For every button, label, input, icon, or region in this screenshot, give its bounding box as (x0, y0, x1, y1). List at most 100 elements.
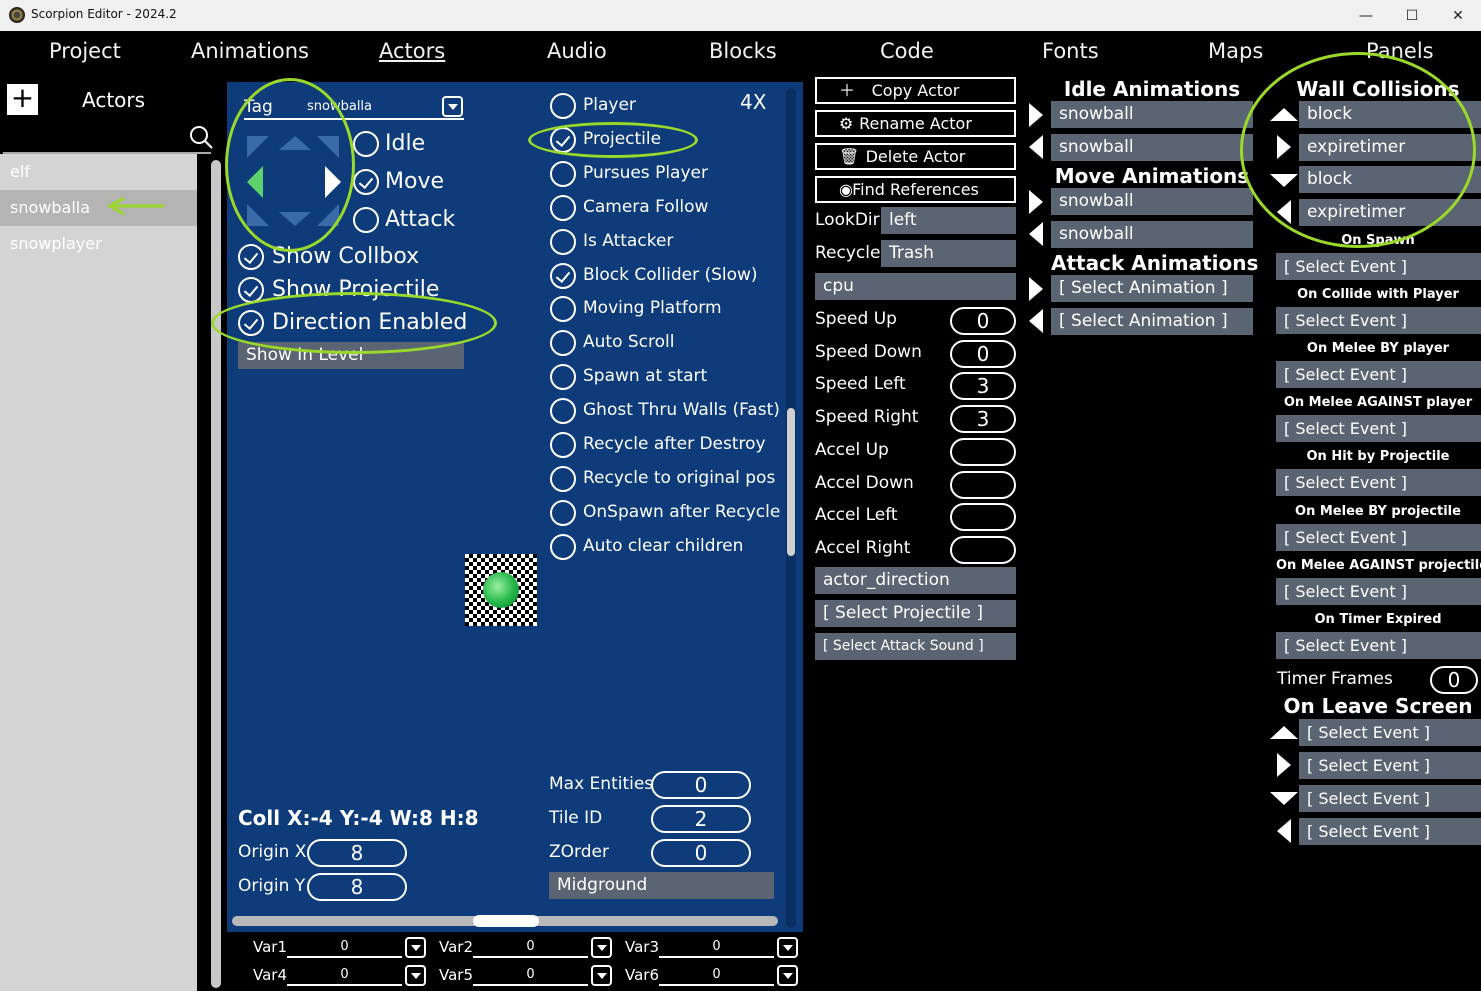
leave-screen-up[interactable]: [ Select Event ] (1299, 719, 1481, 746)
select-projectile-field[interactable]: [ Select Projectile ] (815, 600, 1016, 627)
speed-field[interactable] (950, 503, 1016, 531)
tile-id-field[interactable]: 2 (651, 805, 751, 833)
idle-animation-left[interactable]: snowball (1051, 134, 1253, 161)
direction-enabled-checkbox[interactable] (238, 310, 264, 336)
wall-collision-down[interactable]: block (1299, 166, 1481, 193)
list-item[interactable]: snowballa (0, 190, 197, 226)
controller-field[interactable]: cpu (815, 273, 1016, 300)
flag-checkbox[interactable] (550, 296, 576, 322)
layer-select[interactable]: Midground (549, 872, 774, 899)
event-select-field[interactable]: [ Select Event ] (1276, 307, 1481, 334)
minimize-button[interactable]: — (1343, 0, 1389, 31)
menu-code[interactable]: Code (880, 39, 934, 63)
lookdir-field[interactable]: left (881, 207, 1016, 234)
menu-maps[interactable]: Maps (1208, 39, 1263, 63)
var1-field[interactable]: 0 (287, 936, 402, 958)
var5-field[interactable]: 0 (473, 964, 588, 986)
recycle-field[interactable]: Trash (881, 240, 1016, 267)
var4-dropdown[interactable] (405, 965, 426, 986)
flag-checkbox[interactable] (550, 127, 576, 153)
show-projectile-checkbox[interactable] (238, 277, 264, 303)
flag-checkbox[interactable] (550, 330, 576, 356)
flag-checkbox[interactable] (550, 466, 576, 492)
speed-field[interactable]: 3 (950, 372, 1016, 400)
speed-field[interactable]: 0 (950, 307, 1016, 335)
speed-field[interactable]: 3 (950, 405, 1016, 433)
origin-y-field[interactable]: 8 (307, 873, 407, 901)
event-select-field[interactable]: [ Select Event ] (1276, 632, 1481, 659)
direction-variable-field[interactable]: actor_direction (815, 567, 1016, 594)
flag-checkbox[interactable] (550, 398, 576, 424)
search-icon[interactable] (188, 124, 214, 150)
flag-checkbox[interactable] (550, 263, 576, 289)
speed-field[interactable] (950, 438, 1016, 466)
leave-screen-left[interactable]: [ Select Event ] (1299, 818, 1481, 845)
zorder-field[interactable]: 0 (651, 839, 751, 867)
zoom-level[interactable]: 4X (740, 90, 766, 114)
wall-collision-left[interactable]: expiretimer (1299, 199, 1481, 226)
max-entities-field[interactable]: 0 (651, 771, 751, 799)
timer-frames-field[interactable]: 0 (1430, 666, 1478, 694)
menu-panels[interactable]: Panels (1366, 39, 1434, 63)
event-select-field[interactable]: [ Select Event ] (1276, 415, 1481, 442)
menu-project[interactable]: Project (49, 39, 121, 63)
var3-field[interactable]: 0 (659, 936, 774, 958)
idle-radio[interactable] (353, 131, 379, 157)
add-actor-button[interactable]: + (7, 84, 38, 115)
flag-checkbox[interactable] (550, 534, 576, 560)
tag-value[interactable]: snowballa (307, 99, 372, 114)
wall-collision-right[interactable]: expiretimer (1299, 134, 1481, 161)
var2-dropdown[interactable] (591, 937, 612, 958)
menu-fonts[interactable]: Fonts (1042, 39, 1099, 63)
tag-dropdown-button[interactable] (442, 96, 463, 117)
list-item[interactable]: snowplayer (0, 226, 197, 262)
flag-checkbox[interactable] (550, 229, 576, 255)
idle-animation-right[interactable]: snowball (1051, 101, 1253, 128)
close-button[interactable]: ✕ (1435, 0, 1481, 31)
direction-pad[interactable] (245, 132, 341, 228)
center-scroll-thumb-horizontal[interactable] (473, 915, 539, 927)
var6-dropdown[interactable] (777, 965, 798, 986)
list-item[interactable]: elf (0, 154, 197, 190)
var1-dropdown[interactable] (405, 937, 426, 958)
wall-collision-up[interactable]: block (1299, 101, 1481, 128)
copy-actor-button[interactable]: ＋ Copy Actor (815, 77, 1016, 104)
event-select-field[interactable]: [ Select Event ] (1276, 361, 1481, 388)
event-select-field[interactable]: [ Select Event ] (1276, 253, 1481, 280)
var4-field[interactable]: 0 (287, 964, 402, 986)
speed-field[interactable]: 0 (950, 340, 1016, 368)
event-select-field[interactable]: [ Select Event ] (1276, 578, 1481, 605)
flag-checkbox[interactable] (550, 364, 576, 390)
move-animation-left[interactable]: snowball (1051, 221, 1253, 248)
flag-checkbox[interactable] (550, 195, 576, 221)
event-select-field[interactable]: [ Select Event ] (1276, 524, 1481, 551)
var3-dropdown[interactable] (777, 937, 798, 958)
show-collbox-checkbox[interactable] (238, 244, 264, 270)
event-select-field[interactable]: [ Select Event ] (1276, 469, 1481, 496)
speed-field[interactable] (950, 536, 1016, 564)
var6-field[interactable]: 0 (659, 964, 774, 986)
rename-actor-button[interactable]: ⚙ Rename Actor (815, 110, 1016, 137)
var2-field[interactable]: 0 (473, 936, 588, 958)
find-references-button[interactable]: ◉ Find References (815, 176, 1016, 203)
sidebar-scrollbar[interactable] (211, 160, 221, 988)
speed-field[interactable] (950, 471, 1016, 499)
menu-audio[interactable]: Audio (547, 39, 607, 63)
flag-checkbox[interactable] (550, 432, 576, 458)
delete-actor-button[interactable]: 🗑 Delete Actor (815, 143, 1016, 170)
leave-screen-down[interactable]: [ Select Event ] (1299, 785, 1481, 812)
move-animation-right[interactable]: snowball (1051, 188, 1253, 215)
flag-checkbox[interactable] (550, 93, 576, 119)
origin-x-field[interactable]: 8 (307, 839, 407, 867)
var5-dropdown[interactable] (591, 965, 612, 986)
flag-checkbox[interactable] (550, 500, 576, 526)
menu-actors[interactable]: Actors (379, 39, 445, 63)
leave-screen-right[interactable]: [ Select Event ] (1299, 752, 1481, 779)
center-scroll-thumb-vertical[interactable] (787, 408, 795, 556)
attack-animation-right[interactable]: [ Select Animation ] (1051, 275, 1253, 302)
attack-animation-left[interactable]: [ Select Animation ] (1051, 308, 1253, 335)
attack-radio[interactable] (353, 207, 379, 233)
menu-blocks[interactable]: Blocks (709, 39, 777, 63)
flag-checkbox[interactable] (550, 161, 576, 187)
maximize-button[interactable]: ☐ (1389, 0, 1435, 31)
